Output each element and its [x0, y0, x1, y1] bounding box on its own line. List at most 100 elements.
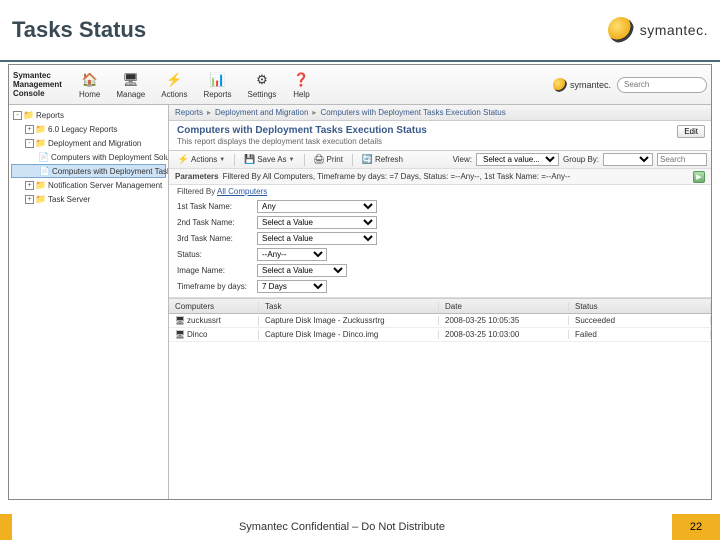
- col-status[interactable]: Status: [569, 302, 711, 311]
- folder-icon: 📁: [36, 138, 46, 148]
- report-subtitle: This report displays the deployment task…: [177, 137, 703, 146]
- parameter-grid: 1st Task Name:Any 2nd Task Name:Select a…: [169, 198, 711, 298]
- top-nav: 🏠Home 🖥Manage ⚡Actions 📊Reports ⚙Setting…: [72, 68, 317, 102]
- symantec-logo-small: symantec.: [553, 78, 611, 92]
- param-label: Image Name:: [177, 266, 257, 275]
- chevron-down-icon: ▼: [219, 157, 225, 163]
- report-header: Computers with Deployment Tasks Executio…: [169, 121, 711, 151]
- param-label: Timeframe by days:: [177, 282, 257, 291]
- table-header-row: Computers Task Date Status: [169, 299, 711, 314]
- management-console-window: SymantecManagementConsole 🏠Home 🖥Manage …: [8, 64, 712, 500]
- breadcrumb-item[interactable]: Reports: [175, 108, 203, 117]
- collapse-icon[interactable]: -: [25, 139, 34, 148]
- symantec-logo-text: symantec.: [640, 22, 708, 38]
- print-button[interactable]: 🖨Print: [309, 153, 348, 167]
- refresh-icon: 🔄: [362, 154, 373, 165]
- computer-icon: 🖥: [175, 316, 185, 326]
- report-icon: 📄: [39, 152, 49, 162]
- nav-manage[interactable]: 🖥Manage: [109, 68, 152, 102]
- breadcrumb-item[interactable]: Computers with Deployment Tasks Executio…: [320, 108, 505, 117]
- edit-button[interactable]: Edit: [677, 125, 705, 138]
- bolt-icon: ⚡: [165, 71, 183, 89]
- nav-settings[interactable]: ⚙Settings: [241, 68, 284, 102]
- expand-icon[interactable]: +: [25, 125, 34, 134]
- parameters-bar: Parameters Filtered By All Computers, Ti…: [169, 169, 711, 185]
- footer-text: Symantec Confidential – Do Not Distribut…: [12, 514, 672, 540]
- folder-icon: 📁: [36, 194, 46, 204]
- saveas-menu-button[interactable]: 💾Save As▼: [239, 153, 299, 167]
- report-title: Computers with Deployment Tasks Executio…: [177, 125, 703, 136]
- folder-icon: 📁: [36, 180, 46, 190]
- second-task-select[interactable]: Select a Value: [257, 216, 377, 229]
- expand-icon[interactable]: +: [25, 195, 34, 204]
- table-row[interactable]: 🖥zuckussrt Capture Disk Image - Zuckussr…: [169, 314, 711, 328]
- param-label: 1st Task Name:: [177, 202, 257, 211]
- nav-actions[interactable]: ⚡Actions: [154, 68, 194, 102]
- tree-node-deployment[interactable]: -📁Deployment and Migration: [11, 136, 166, 150]
- tree-leaf-deploy-solution[interactable]: 📄Computers with Deployment Solution T: [11, 150, 166, 164]
- nav-reports[interactable]: 📊Reports: [197, 68, 239, 102]
- console-product-label: SymantecManagementConsole: [13, 71, 68, 98]
- slide-number: 22: [672, 514, 720, 540]
- expand-icon[interactable]: +: [25, 181, 34, 190]
- slide-header: Tasks Status symantec.: [0, 0, 720, 62]
- report-main-pane: Reports▸ Deployment and Migration▸ Compu…: [169, 105, 711, 499]
- run-report-button[interactable]: ▶: [693, 171, 705, 183]
- status-select[interactable]: --Any--: [257, 248, 327, 261]
- param-label: 2nd Task Name:: [177, 218, 257, 227]
- slide-footer: Symantec Confidential – Do Not Distribut…: [0, 514, 720, 540]
- view-select[interactable]: Select a value...: [476, 153, 559, 166]
- filtered-by-link[interactable]: All Computers: [217, 187, 267, 196]
- first-task-select[interactable]: Any: [257, 200, 377, 213]
- actions-menu-button[interactable]: ⚡Actions▼: [173, 153, 230, 167]
- folder-icon: 📁: [24, 110, 34, 120]
- table-row[interactable]: 🖥Dinco Capture Disk Image - Dinco.img 20…: [169, 328, 711, 342]
- monitor-icon: 🖥: [122, 71, 140, 89]
- third-task-select[interactable]: Select a Value: [257, 232, 377, 245]
- refresh-button[interactable]: 🔄Refresh: [357, 153, 408, 167]
- col-task[interactable]: Task: [259, 302, 439, 311]
- report-toolbar: ⚡Actions▼ 💾Save As▼ 🖨Print 🔄Refresh View…: [169, 151, 711, 169]
- breadcrumb-item[interactable]: Deployment and Migration: [215, 108, 308, 117]
- tree-node-legacy[interactable]: +📁6.0 Legacy Reports: [11, 122, 166, 136]
- groupby-select[interactable]: [603, 153, 653, 166]
- view-label: View:: [453, 155, 472, 164]
- slide-title: Tasks Status: [12, 17, 146, 43]
- results-table: Computers Task Date Status 🖥zuckussrt Ca…: [169, 298, 711, 342]
- tree-node-ns-mgmt[interactable]: +📁Notification Server Management: [11, 178, 166, 192]
- nav-home[interactable]: 🏠Home: [72, 68, 107, 102]
- timeframe-select[interactable]: 7 Days: [257, 280, 327, 293]
- col-computers[interactable]: Computers: [169, 302, 259, 311]
- symantec-ring-icon: [553, 78, 567, 92]
- print-icon: 🖨: [314, 154, 325, 165]
- filtered-by-line: Filtered By All Computers: [169, 185, 711, 198]
- param-label: 3rd Task Name:: [177, 234, 257, 243]
- chevron-down-icon: ▼: [289, 157, 295, 163]
- toolbar-search-input[interactable]: [657, 153, 707, 166]
- save-icon: 💾: [244, 154, 255, 165]
- image-name-select[interactable]: Select a Value: [257, 264, 347, 277]
- breadcrumb: Reports▸ Deployment and Migration▸ Compu…: [169, 105, 711, 121]
- folder-icon: 📁: [36, 124, 46, 134]
- tree-leaf-deploy-tasks-exec[interactable]: 📄Computers with Deployment Tasks Exe: [11, 164, 166, 178]
- computer-icon: 🖥: [175, 330, 185, 340]
- param-label: Status:: [177, 250, 257, 259]
- tree-node-reports[interactable]: -📁Reports: [11, 108, 166, 122]
- global-search-input[interactable]: [617, 77, 707, 93]
- report-icon: 📄: [40, 166, 50, 176]
- symantec-logo: symantec.: [608, 17, 708, 43]
- tree-node-task-server[interactable]: +📁Task Server: [11, 192, 166, 206]
- bolt-icon: ⚡: [178, 154, 189, 165]
- chart-icon: 📊: [209, 71, 227, 89]
- nav-help[interactable]: ❓Help: [285, 68, 317, 102]
- home-icon: 🏠: [81, 71, 99, 89]
- groupby-label: Group By:: [563, 155, 599, 164]
- parameters-summary: Filtered By All Computers, Timeframe by …: [223, 172, 571, 181]
- symantec-ring-icon: [608, 17, 634, 43]
- gear-icon: ⚙: [253, 71, 271, 89]
- reports-tree[interactable]: -📁Reports +📁6.0 Legacy Reports -📁Deploym…: [9, 105, 169, 499]
- help-icon: ❓: [292, 71, 310, 89]
- footer-accent: [0, 514, 12, 540]
- col-date[interactable]: Date: [439, 302, 569, 311]
- collapse-icon[interactable]: -: [13, 111, 22, 120]
